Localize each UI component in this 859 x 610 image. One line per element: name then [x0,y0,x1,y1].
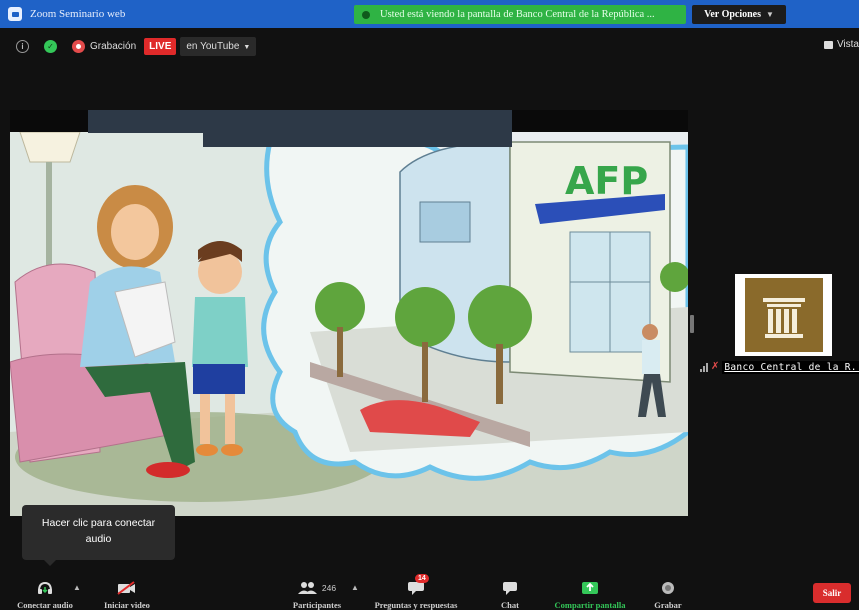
participants-count: 246 [321,582,337,593]
bank-logo-icon [744,278,823,352]
share-banner-text: Usted está viendo la pantalla de Banco C… [380,9,655,20]
live-badge[interactable]: LIVE [144,37,177,55]
shared-screen-toolbar-overlay [88,110,512,133]
window-title: Zoom Seminario web [30,8,126,20]
leave-button[interactable]: Salir [813,583,851,603]
qa-label: Preguntas y respuestas [374,600,458,610]
qa-badge: 14 [415,574,429,583]
tooltip-line-2: audio [85,533,112,545]
view-options-button[interactable]: Ver Opciones ▼ [692,5,786,24]
shared-screen-toolbar-overlay-lower [203,133,512,147]
participant-video-tile[interactable] [735,274,832,356]
record-label: Grabar [654,600,682,610]
video-off-icon [117,578,137,597]
meeting-status-bar: i ✓ Grabación LIVE en YouTube ▼ Vista [0,28,859,64]
start-video-label: Iniciar video [104,600,150,610]
qa-icon: 14 [407,574,429,597]
zoom-app-icon [8,7,22,21]
chevron-down-icon: ▼ [243,43,251,51]
chat-icon [502,578,518,597]
youtube-label: en YouTube [186,40,240,52]
audio-options-chevron-up-icon[interactable]: ▲ [73,583,81,592]
participant-name: Banco Central de la R... [722,360,859,374]
share-screen-label: Compartir pantalla [554,600,626,610]
screen-share-banner: Usted está viendo la pantalla de Banco C… [354,5,686,24]
signal-strength-icon [700,362,708,372]
start-video-button[interactable]: Iniciar video [98,570,156,610]
chevron-down-icon: ▼ [766,10,774,19]
share-screen-button[interactable]: Compartir pantalla [544,570,636,610]
participants-icon: 246 [297,578,337,597]
info-icon[interactable]: i [16,39,29,53]
participant-name-bar: ✗ Banco Central de la R... [700,359,859,375]
recording-icon [72,39,85,53]
connect-audio-label: Conectar audio [17,600,73,610]
qa-button[interactable]: 14 Preguntas y respuestas [366,570,466,610]
record-icon [661,578,675,597]
shared-screen: AFP [10,110,688,516]
meeting-toolbar: Conectar audio ▲ Iniciar video 246 Parti… [0,570,859,610]
panel-resize-handle[interactable] [690,315,694,333]
share-screen-icon [581,578,599,597]
view-options-label: Ver Opciones [704,9,762,20]
encryption-shield-icon[interactable]: ✓ [44,39,57,53]
participants-options-chevron-up-icon[interactable]: ▲ [351,583,359,592]
zoom-window: Zoom Seminario web Usted está viendo la … [0,0,859,610]
participants-button[interactable]: 246 Participantes [277,570,357,610]
shared-illustration: AFP [10,132,688,516]
record-button[interactable]: Grabar [648,570,688,610]
mic-muted-icon: ✗ [711,361,720,372]
chat-button[interactable]: Chat [490,570,530,610]
chat-label: Chat [501,600,519,610]
view-label: Vista [836,39,859,50]
share-indicator-icon [362,10,370,19]
livestream-youtube-dropdown[interactable]: en YouTube ▼ [180,36,257,56]
headphones-icon [37,578,53,597]
connect-audio-tooltip: Hacer clic para conectar audio [22,505,175,566]
participants-label: Participantes [292,600,342,610]
tooltip-line-1: Hacer clic para conectar [41,517,156,529]
recording-label: Grabación [90,40,137,52]
view-button[interactable]: Vista [823,39,859,50]
connect-audio-button[interactable]: Conectar audio [10,570,80,610]
gallery-view-icon [823,40,833,49]
